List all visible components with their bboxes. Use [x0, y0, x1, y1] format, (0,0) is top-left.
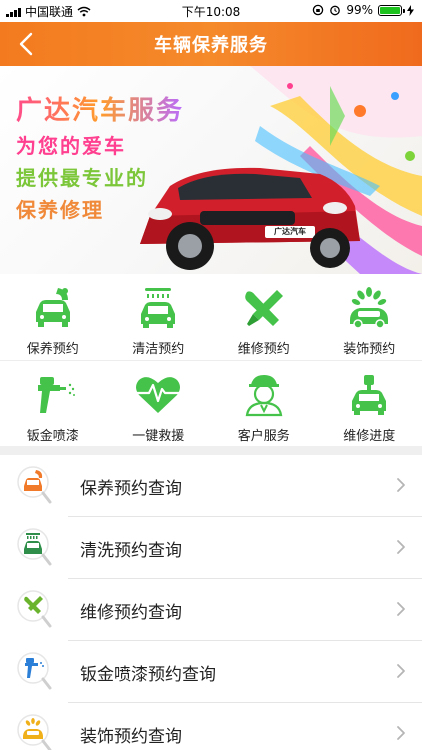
- grid-label: 钣金喷漆: [26, 429, 79, 444]
- charging-icon: [407, 4, 414, 16]
- grid-item-decoration[interactable]: 装饰预约: [317, 274, 422, 360]
- page-title: 车辆保养服务: [154, 35, 268, 56]
- chevron-right-icon: [397, 478, 405, 492]
- list-item-paint-query[interactable]: 钣金喷漆预约查询: [0, 641, 422, 703]
- grid-label: 维修预约: [237, 342, 290, 357]
- repair-query-icon: [17, 590, 52, 628]
- banner-headline: 广达汽车服务: [16, 90, 184, 127]
- chevron-right-icon: [397, 540, 405, 554]
- car-decoration-icon: [342, 284, 396, 332]
- maintenance-query-icon: [17, 466, 52, 504]
- repair-progress-icon: [342, 371, 396, 419]
- section-divider: [0, 446, 422, 455]
- spray-gun-icon: [26, 371, 80, 419]
- promo-banner[interactable]: 广达汽车服务 为您的爱车 提供最专业的 保养修理 广达汽车: [0, 66, 422, 274]
- banner-line-3: 提供最专业的: [16, 166, 148, 190]
- orientation-lock-icon: [313, 4, 324, 16]
- banner-plate: 广达汽车: [274, 227, 306, 236]
- paint-query-icon: [17, 652, 52, 690]
- list-item-label: 清洗预约查询: [80, 540, 182, 561]
- grid-item-maintenance[interactable]: 保养预约: [0, 274, 106, 360]
- grid-row-2: 钣金喷漆 一键救援 客户服务 维修进度: [0, 360, 422, 446]
- grid-item-rescue[interactable]: 一键救援: [106, 361, 212, 446]
- list-item-wash-query[interactable]: 清洗预约查询: [0, 517, 422, 579]
- car-maintenance-icon: [26, 284, 80, 332]
- navigation-bar: 车辆保养服务: [0, 22, 422, 66]
- list-item-label: 钣金喷漆预约查询: [80, 664, 216, 685]
- service-grid: 保养预约 清洁预约 维修预约 装饰预约 钣金喷漆 一键救援 客户服务 维修进度: [0, 274, 422, 446]
- list-item-label: 保养预约查询: [80, 478, 182, 499]
- grid-label: 一键救援: [132, 429, 185, 444]
- grid-item-paint[interactable]: 钣金喷漆: [0, 361, 106, 446]
- list-item-decoration-query[interactable]: 装饰预约查询: [0, 703, 422, 750]
- grid-item-progress[interactable]: 维修进度: [317, 361, 422, 446]
- grid-label: 装饰预约: [343, 342, 396, 357]
- battery-fill: [380, 6, 400, 14]
- customer-service-icon: [237, 371, 291, 419]
- wash-query-icon: [17, 528, 52, 566]
- back-button[interactable]: [10, 28, 42, 60]
- car-wash-icon: [131, 284, 185, 332]
- list-item-label: 装饰预约查询: [80, 726, 182, 747]
- grid-label: 保养预约: [26, 342, 79, 357]
- grid-label: 维修进度: [343, 429, 396, 444]
- wrench-screwdriver-icon: [237, 284, 291, 332]
- list-item-label: 维修预约查询: [80, 602, 182, 623]
- query-list: 保养预约查询 清洗预约查询 维修预约查询 钣金喷漆预约查询 装饰预约查询: [0, 455, 422, 750]
- alarm-icon: [330, 5, 341, 16]
- decoration-query-icon: [17, 714, 52, 750]
- status-right: 99%: [312, 3, 414, 17]
- grid-label: 清洁预约: [132, 342, 185, 357]
- heartbeat-icon: [131, 371, 185, 419]
- status-bar: 中国联通 下午10:08 99%: [0, 0, 422, 22]
- grid-item-wash[interactable]: 清洁预约: [106, 274, 212, 360]
- list-item-repair-query[interactable]: 维修预约查询: [0, 579, 422, 641]
- grid-label: 客户服务: [237, 429, 290, 444]
- battery-percent: 99%: [346, 3, 373, 17]
- banner-line-2: 为您的爱车: [16, 134, 126, 158]
- battery-icon: [378, 4, 405, 16]
- chevron-right-icon: [397, 726, 405, 740]
- chevron-left-icon: [19, 32, 33, 56]
- grid-row-1: 保养预约 清洁预约 维修预约 装饰预约: [0, 274, 422, 360]
- grid-item-repair[interactable]: 维修预约: [211, 274, 317, 360]
- chevron-right-icon: [397, 664, 405, 678]
- banner-line-4: 保养修理: [16, 198, 104, 222]
- grid-item-service[interactable]: 客户服务: [211, 361, 317, 446]
- list-item-maintenance-query[interactable]: 保养预约查询: [0, 455, 422, 517]
- chevron-right-icon: [397, 602, 405, 616]
